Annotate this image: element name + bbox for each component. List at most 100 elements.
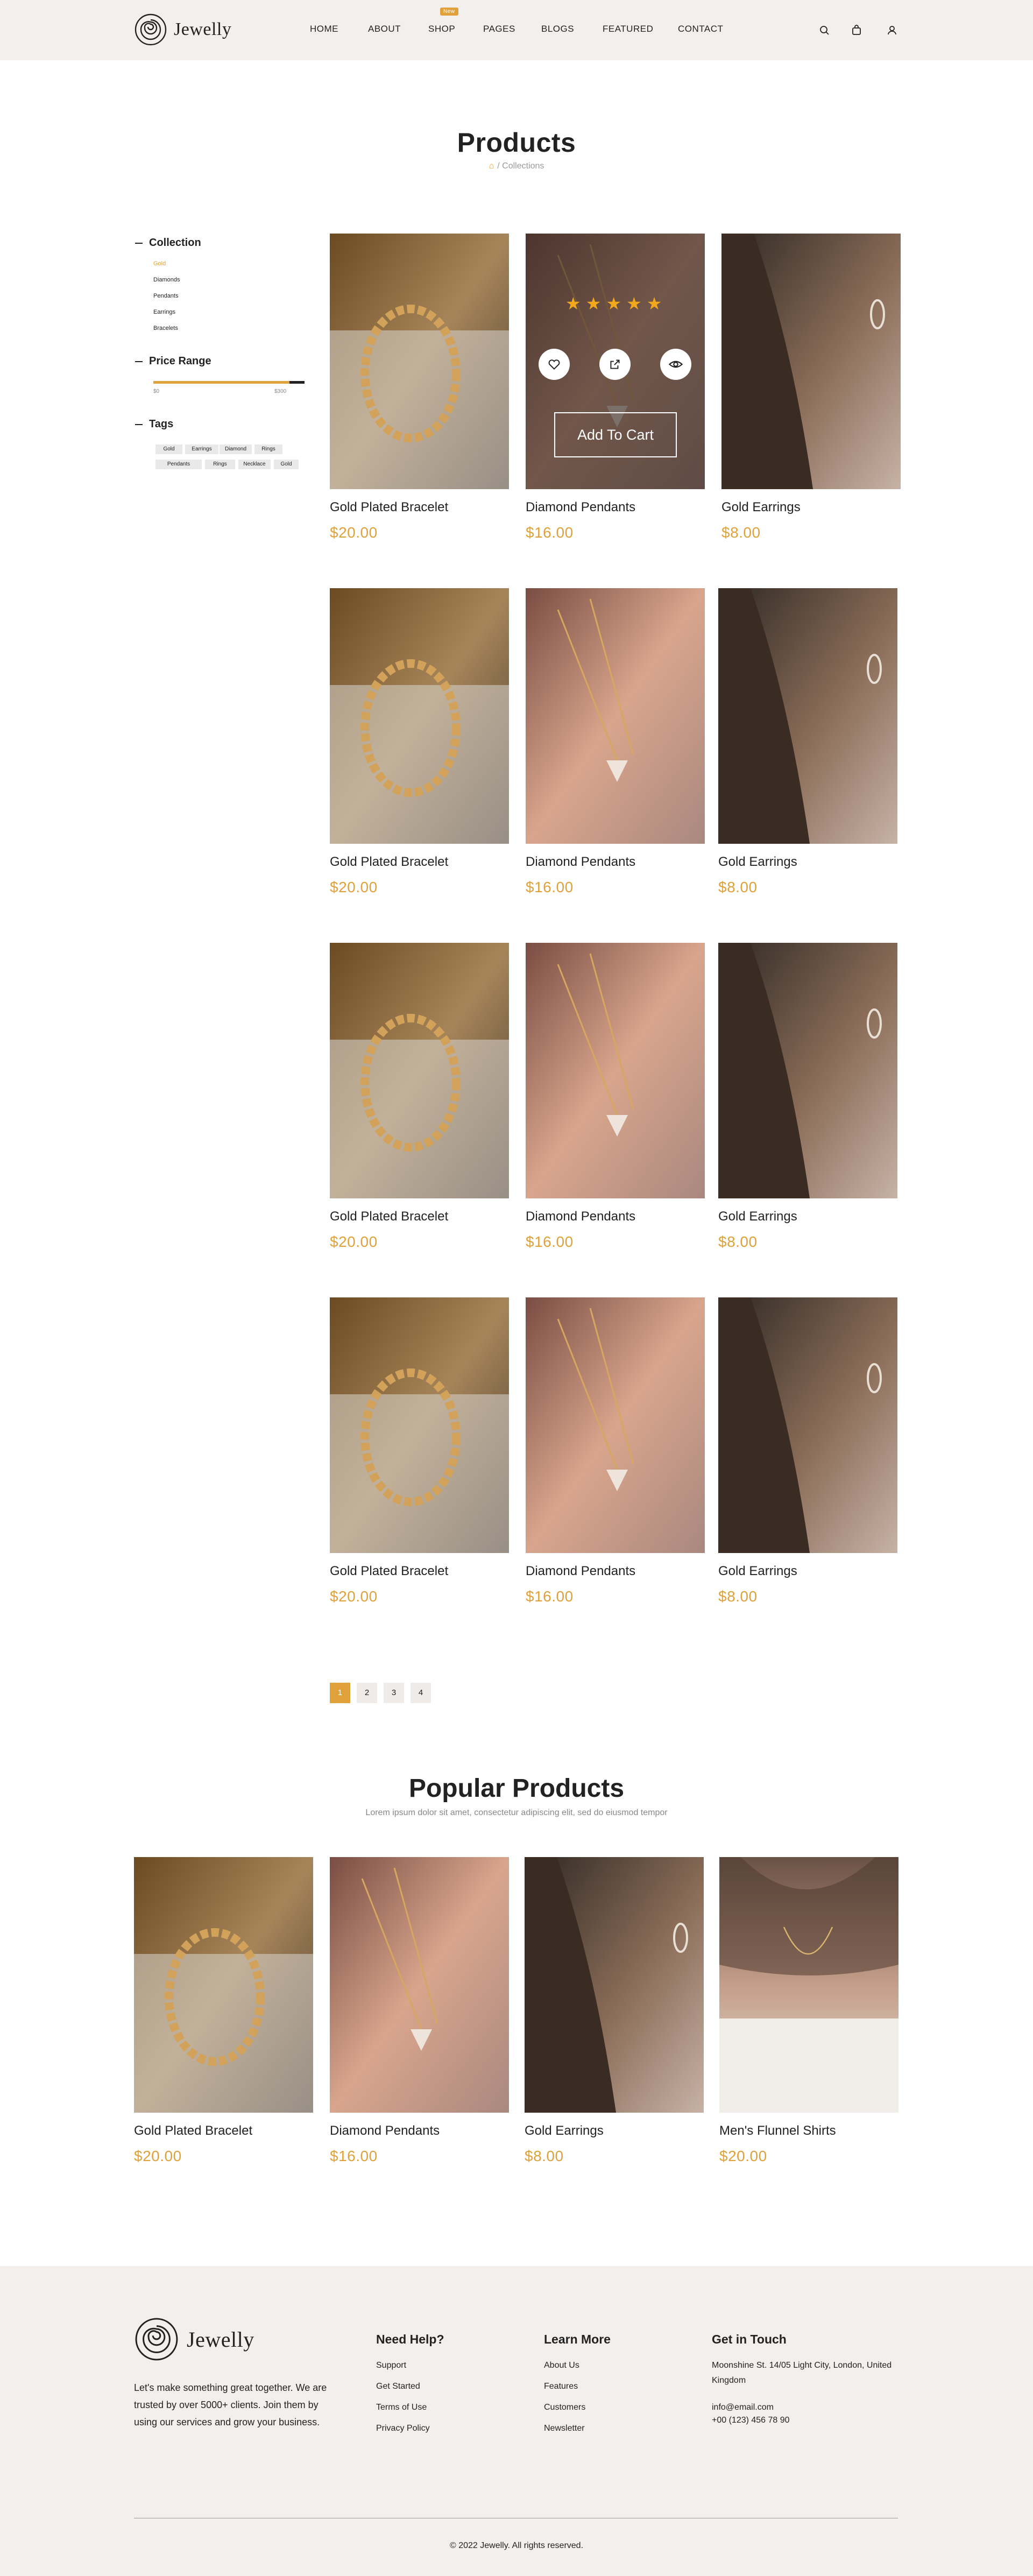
page-button-1[interactable]: 1: [330, 1683, 350, 1703]
product-name[interactable]: Diamond Pendants: [526, 855, 635, 870]
brand-logo[interactable]: Jewelly: [134, 13, 231, 46]
price-range-slider[interactable]: [153, 381, 305, 384]
home-icon[interactable]: ⌂: [489, 161, 494, 171]
nav-shop[interactable]: SHOP New: [428, 8, 458, 34]
user-icon[interactable]: [886, 24, 898, 37]
page-button-2[interactable]: 2: [357, 1683, 377, 1703]
footer-link-features[interactable]: Features: [544, 2382, 578, 2391]
product-card[interactable]: ★ ★ ★ ★ ★ Add To Cart Diamond Pendants $…: [526, 234, 705, 541]
product-name[interactable]: Gold Plated Bracelet: [134, 2123, 252, 2139]
product-card[interactable]: Diamond Pendants $16.00: [526, 588, 705, 895]
tags-heading[interactable]: Tags: [135, 418, 173, 430]
nav-home[interactable]: HOME: [310, 24, 338, 34]
product-name[interactable]: Gold Earrings: [721, 500, 801, 515]
nav-pages[interactable]: PAGES: [483, 24, 515, 34]
product-name[interactable]: Gold Earrings: [525, 2123, 604, 2139]
page-button-3[interactable]: 3: [384, 1683, 404, 1703]
shopping-bag-icon[interactable]: [850, 24, 863, 37]
popular-product-card[interactable]: Diamond Pendants $16.00: [330, 1857, 509, 2164]
product-image-pendants[interactable]: [526, 943, 705, 1198]
product-card[interactable]: Diamond Pendants $16.00: [526, 1297, 705, 1605]
product-name[interactable]: Gold Earrings: [718, 1564, 797, 1579]
product-card[interactable]: Gold Earrings $8.00: [718, 588, 897, 895]
footer-link-newsletter[interactable]: Newsletter: [544, 2424, 585, 2433]
add-to-cart-button[interactable]: Add To Cart: [554, 412, 677, 457]
heart-icon: [548, 359, 560, 370]
site-header: Jewelly HOME ABOUT SHOP New PAGES BLOGS …: [0, 0, 1033, 60]
collection-heading[interactable]: Collection: [135, 237, 201, 249]
product-image-earrings[interactable]: [721, 234, 901, 489]
tag-rings-2[interactable]: Rings: [205, 460, 235, 469]
nav-contact[interactable]: CONTACT: [678, 24, 723, 34]
collection-bracelets[interactable]: Bracelets: [153, 325, 178, 331]
product-price: $8.00: [525, 2148, 564, 2164]
product-card[interactable]: Diamond Pendants $16.00: [526, 943, 705, 1250]
product-name[interactable]: Diamond Pendants: [526, 1564, 635, 1579]
footer-brand-logo[interactable]: Jewelly: [134, 2317, 254, 2362]
product-name[interactable]: Diamond Pendants: [526, 500, 635, 515]
product-name[interactable]: Gold Plated Bracelet: [330, 1209, 448, 1224]
product-image-earrings[interactable]: [718, 943, 897, 1198]
collection-diamonds[interactable]: Diamonds: [153, 277, 180, 283]
product-image-pendants[interactable]: [526, 588, 705, 844]
search-icon[interactable]: [818, 24, 831, 37]
tag-rings[interactable]: Rings: [254, 444, 282, 454]
tag-gold[interactable]: Gold: [155, 444, 182, 454]
product-name[interactable]: Diamond Pendants: [526, 1209, 635, 1224]
footer-link-get-started[interactable]: Get Started: [376, 2382, 420, 2391]
product-card[interactable]: Gold Earrings $8.00: [721, 234, 901, 541]
product-name[interactable]: Diamond Pendants: [330, 2123, 440, 2139]
product-name[interactable]: Gold Plated Bracelet: [330, 855, 448, 870]
product-card[interactable]: Gold Plated Bracelet $20.00: [330, 943, 509, 1250]
product-name[interactable]: Gold Earrings: [718, 855, 797, 870]
product-image-pendants[interactable]: ★ ★ ★ ★ ★ Add To Cart: [526, 234, 705, 489]
footer-link-privacy[interactable]: Privacy Policy: [376, 2424, 430, 2433]
page-button-4[interactable]: 4: [411, 1683, 431, 1703]
tag-gold-2[interactable]: Gold: [274, 460, 299, 469]
collection-earrings[interactable]: Earrings: [153, 309, 175, 315]
footer-phone[interactable]: +00 (123) 456 78 90: [712, 2413, 895, 2428]
product-name[interactable]: Gold Plated Bracelet: [330, 1564, 448, 1579]
product-card[interactable]: Gold Plated Bracelet $20.00: [330, 1297, 509, 1605]
product-image-pendants[interactable]: [330, 1857, 509, 2113]
tag-pendants[interactable]: Pendants: [155, 460, 202, 469]
nav-featured[interactable]: FEATURED: [603, 24, 653, 34]
product-image-shirt[interactable]: [719, 1857, 898, 2113]
tag-necklace[interactable]: Necklace: [238, 460, 271, 469]
product-image-bracelet[interactable]: [330, 588, 509, 844]
popular-product-card[interactable]: Men's Flunnel Shirts $20.00: [719, 1857, 898, 2164]
product-card[interactable]: Gold Plated Bracelet $20.00: [330, 234, 509, 541]
tag-earrings[interactable]: Earrings: [185, 444, 218, 454]
product-image-bracelet[interactable]: [134, 1857, 313, 2113]
footer-link-customers[interactable]: Customers: [544, 2403, 585, 2412]
nav-blogs[interactable]: BLOGS: [541, 24, 574, 34]
product-card[interactable]: Gold Plated Bracelet $20.00: [330, 588, 509, 895]
collection-pendants[interactable]: Pendants: [153, 293, 178, 299]
quick-view-button[interactable]: [660, 349, 691, 380]
product-name[interactable]: Men's Flunnel Shirts: [719, 2123, 836, 2139]
eye-icon: [668, 361, 683, 368]
product-image-bracelet[interactable]: [330, 234, 509, 489]
footer-link-terms[interactable]: Terms of Use: [376, 2403, 427, 2412]
popular-product-card[interactable]: Gold Plated Bracelet $20.00: [134, 1857, 313, 2164]
page-title: Products: [457, 128, 576, 158]
product-image-bracelet[interactable]: [330, 1297, 509, 1553]
nav-about[interactable]: ABOUT: [368, 24, 401, 34]
popular-product-card[interactable]: Gold Earrings $8.00: [525, 1857, 704, 2164]
share-button[interactable]: [599, 349, 631, 380]
product-card[interactable]: Gold Earrings $8.00: [718, 943, 897, 1250]
product-image-earrings[interactable]: [718, 588, 897, 844]
product-image-earrings[interactable]: [718, 1297, 897, 1553]
product-image-earrings[interactable]: [525, 1857, 704, 2113]
wishlist-button[interactable]: [539, 349, 570, 380]
product-image-bracelet[interactable]: [330, 943, 509, 1198]
product-name[interactable]: Gold Plated Bracelet: [330, 500, 448, 515]
product-card[interactable]: Gold Earrings $8.00: [718, 1297, 897, 1605]
price-range-heading[interactable]: Price Range: [135, 355, 211, 368]
footer-link-support[interactable]: Support: [376, 2361, 406, 2370]
product-image-pendants[interactable]: [526, 1297, 705, 1553]
collection-gold[interactable]: Gold: [153, 260, 166, 267]
product-name[interactable]: Gold Earrings: [718, 1209, 797, 1224]
tag-diamond[interactable]: Diamond: [220, 444, 252, 454]
footer-link-about[interactable]: About Us: [544, 2361, 579, 2370]
